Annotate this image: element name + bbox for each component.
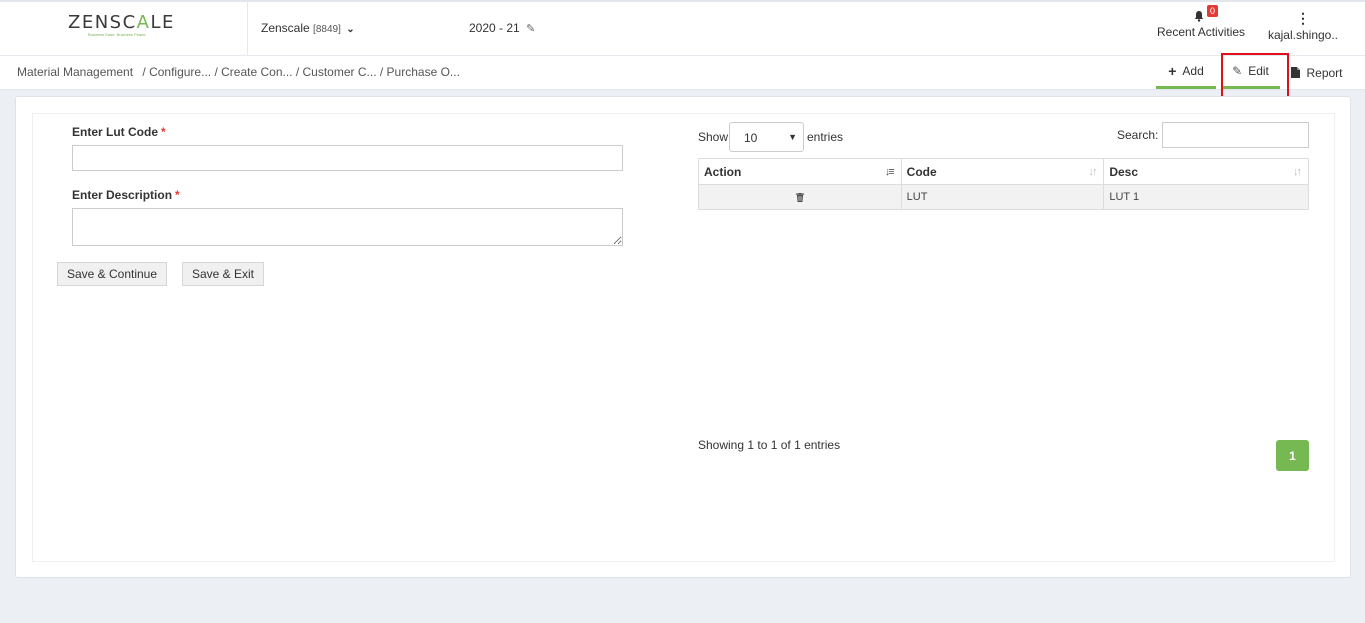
description-label: Enter Description *: [72, 188, 180, 202]
column-header-code[interactable]: Code ↓↑: [900, 158, 1105, 185]
edit-icon[interactable]: ✎: [526, 23, 535, 35]
search-label: Search:: [1117, 128, 1159, 142]
add-label: Add: [1182, 64, 1204, 78]
sub-bar: Material Management / Configure... / Cre…: [0, 56, 1365, 90]
show-label: Show: [698, 130, 729, 144]
table-row[interactable]: LUT LUT 1: [698, 184, 1309, 210]
sort-icon: ↓↑: [1088, 166, 1097, 178]
code-cell: LUT: [900, 184, 1105, 210]
required-mark: *: [161, 125, 166, 139]
column-header-action[interactable]: Action ↓≡: [698, 158, 902, 185]
user-menu[interactable]: ⋮ kajal.shingo..: [1262, 10, 1344, 42]
breadcrumb-item[interactable]: / Purchase O...: [380, 65, 460, 79]
data-table: Action ↓≡ Code ↓↑ Desc ↓↑ LUT LUT 1: [698, 158, 1309, 210]
company-name: Zenscale: [261, 21, 310, 35]
report-label: Report: [1306, 65, 1343, 80]
lut-code-input[interactable]: [72, 145, 623, 171]
user-name: kajal.shingo..: [1267, 28, 1339, 42]
plus-icon: +: [1168, 63, 1177, 79]
add-button[interactable]: + Add: [1156, 56, 1216, 89]
edit-highlight-box: [1221, 53, 1289, 98]
breadcrumb: Material Management / Configure... / Cre…: [17, 65, 460, 79]
page-size-value: 10: [744, 131, 758, 145]
entries-label: entries: [807, 130, 844, 144]
table-header-row: Action ↓≡ Code ↓↑ Desc ↓↑: [698, 158, 1309, 185]
logo-tagline: Business Ease. Business Peace.: [88, 32, 147, 37]
top-bar: ZENSCALE Business Ease. Business Peace. …: [0, 0, 1365, 56]
notifications-label: Recent Activities: [1157, 25, 1246, 39]
save-continue-button[interactable]: Save & Continue: [57, 262, 167, 286]
notifications-button[interactable]: 0 Recent Activities: [1157, 5, 1246, 39]
company-code: [8849]: [313, 24, 341, 35]
fiscal-year[interactable]: 2020 - 21 ✎: [469, 21, 535, 35]
trash-icon[interactable]: [795, 192, 804, 202]
sort-icon: ↓≡: [884, 166, 895, 178]
page-size-select[interactable]: 10 ▼: [729, 122, 804, 152]
desc-cell: LUT 1: [1103, 184, 1309, 210]
action-cell: [698, 184, 902, 210]
report-button[interactable]: Report: [1286, 56, 1348, 89]
logo-text: ZENSCALE: [68, 12, 175, 33]
logo[interactable]: ZENSCALE Business Ease. Business Peace.: [0, 2, 248, 56]
notification-badge: 0: [1207, 5, 1219, 17]
caret-down-icon: ▼: [788, 132, 797, 142]
chevron-down-icon: ⌄: [346, 24, 355, 35]
file-icon: [1291, 67, 1301, 78]
save-exit-button[interactable]: Save & Exit: [182, 262, 264, 286]
breadcrumb-item[interactable]: / Customer C...: [296, 65, 377, 79]
sort-icon: ↓↑: [1293, 166, 1302, 178]
breadcrumb-item[interactable]: / Configure...: [142, 65, 211, 79]
search-input[interactable]: [1162, 122, 1309, 148]
required-mark: *: [175, 188, 180, 202]
fiscal-year-label: 2020 - 21: [469, 21, 520, 35]
bell-icon: [1194, 11, 1204, 22]
description-input[interactable]: [72, 208, 623, 246]
more-vertical-icon: ⋮: [1296, 10, 1310, 26]
table-info: Showing 1 to 1 of 1 entries: [698, 438, 841, 452]
column-header-desc[interactable]: Desc ↓↑: [1103, 158, 1309, 185]
page-button-1[interactable]: 1: [1276, 440, 1309, 471]
breadcrumb-item[interactable]: / Create Con...: [214, 65, 292, 79]
breadcrumb-item[interactable]: Material Management: [17, 65, 133, 79]
company-selector[interactable]: Zenscale [8849] ⌄: [261, 21, 355, 35]
lut-code-label: Enter Lut Code *: [72, 125, 166, 139]
